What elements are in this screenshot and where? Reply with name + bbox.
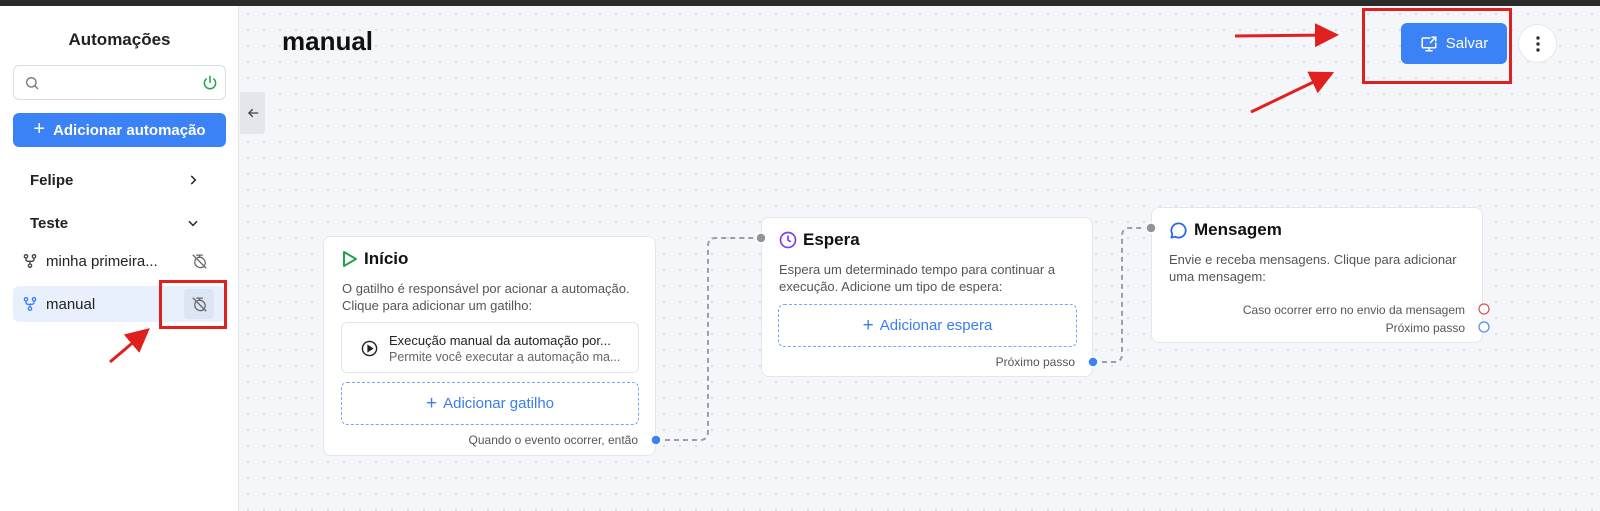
annotation-arrows <box>109 23 1339 364</box>
annotation-arrow <box>109 328 150 364</box>
annotation-arrow <box>1250 71 1335 114</box>
annotation-arrow <box>1234 23 1339 48</box>
